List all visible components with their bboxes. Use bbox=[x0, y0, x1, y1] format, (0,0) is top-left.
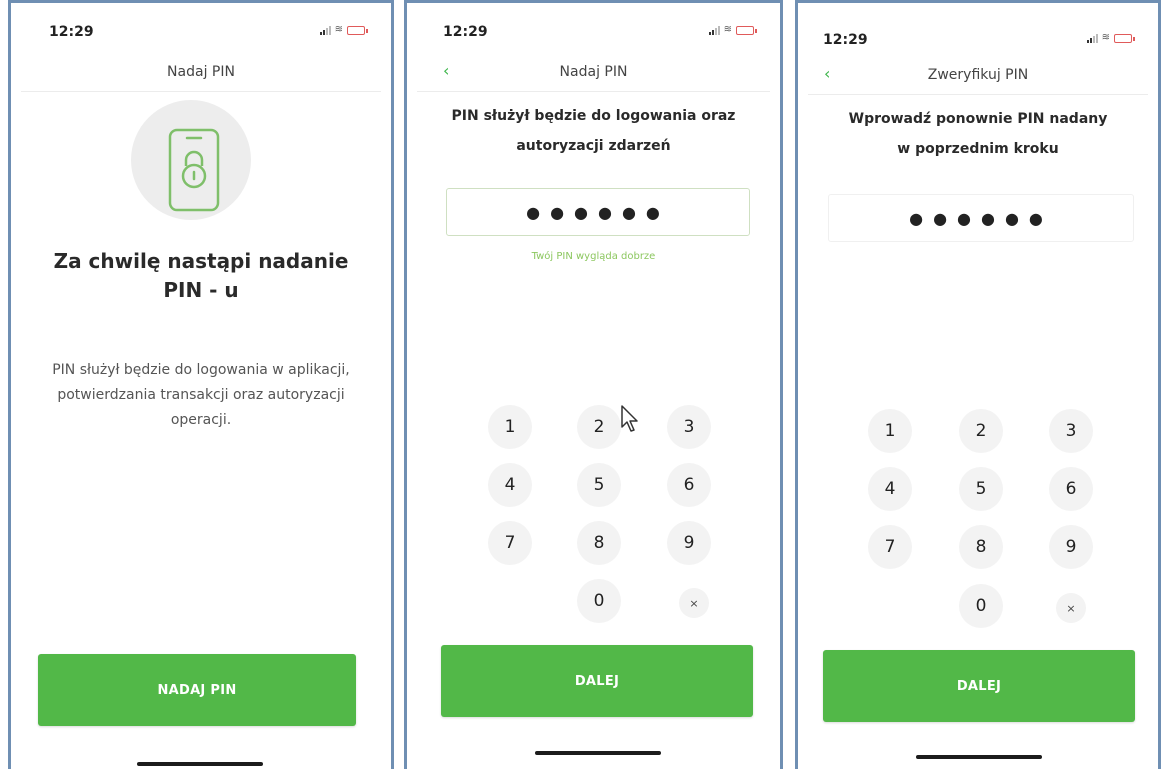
delete-key[interactable]: × bbox=[1056, 593, 1086, 623]
set-pin-button[interactable]: NADAJ PIN bbox=[38, 654, 356, 726]
signal-icon bbox=[319, 25, 331, 35]
status-bar: 12:29 ≋ bbox=[11, 3, 391, 53]
key-9[interactable]: 9 bbox=[667, 521, 711, 565]
status-icons: ≋ bbox=[1086, 32, 1135, 43]
screen-set-pin-entry: 12:29 ≋ ‹ Nadaj PIN PIN służył będzie do… bbox=[404, 0, 783, 769]
pin-confirm-input[interactable]: ●●●●●● bbox=[828, 194, 1134, 242]
key-7[interactable]: 7 bbox=[488, 521, 532, 565]
nav-bar: ‹ Nadaj PIN bbox=[417, 55, 770, 92]
headline: Za chwilę nastąpi nadanie PIN - u bbox=[53, 249, 349, 302]
screen-verify-pin: 12:29 ≋ ‹ Zweryfikuj PIN Wprowadź ponown… bbox=[795, 0, 1161, 769]
prompt-line-2: autoryzacji zdarzeń bbox=[516, 138, 671, 154]
prompt-line-2: w poprzednim kroku bbox=[897, 141, 1059, 157]
phone-lock-icon bbox=[131, 100, 251, 220]
wifi-icon: ≋ bbox=[1101, 32, 1110, 43]
nav-bar: Nadaj PIN bbox=[21, 55, 381, 92]
status-time: 12:29 bbox=[823, 32, 868, 48]
signal-icon bbox=[1086, 33, 1098, 43]
prompt-line-1: Wprowadź ponownie PIN nadany bbox=[848, 111, 1108, 127]
next-button[interactable]: DALEJ bbox=[441, 645, 753, 717]
key-4[interactable]: 4 bbox=[488, 463, 532, 507]
nav-title: Zweryfikuj PIN bbox=[927, 67, 1029, 83]
status-time: 12:29 bbox=[443, 24, 488, 40]
wifi-icon: ≋ bbox=[334, 24, 343, 35]
home-indicator bbox=[535, 751, 661, 755]
key-8[interactable]: 8 bbox=[959, 525, 1003, 569]
status-icons: ≋ bbox=[319, 24, 368, 35]
key-9[interactable]: 9 bbox=[1049, 525, 1093, 569]
key-3[interactable]: 3 bbox=[1049, 409, 1093, 453]
key-0[interactable]: 0 bbox=[577, 579, 621, 623]
mouse-cursor-icon bbox=[620, 404, 642, 438]
pin-input[interactable]: ●●●●●● bbox=[446, 188, 750, 236]
key-6[interactable]: 6 bbox=[1049, 467, 1093, 511]
key-3[interactable]: 3 bbox=[667, 405, 711, 449]
key-1[interactable]: 1 bbox=[488, 405, 532, 449]
key-5[interactable]: 5 bbox=[577, 463, 621, 507]
nav-bar: ‹ Zweryfikuj PIN bbox=[808, 58, 1148, 95]
prompt-line-1: PIN służył będzie do logowania oraz bbox=[451, 108, 736, 124]
key-2[interactable]: 2 bbox=[959, 409, 1003, 453]
home-indicator bbox=[916, 755, 1042, 759]
battery-icon bbox=[1114, 33, 1135, 43]
status-time: 12:29 bbox=[49, 24, 94, 40]
signal-icon bbox=[708, 25, 720, 35]
battery-icon bbox=[736, 25, 757, 35]
key-1[interactable]: 1 bbox=[868, 409, 912, 453]
status-icons: ≋ bbox=[708, 24, 757, 35]
battery-icon bbox=[347, 25, 368, 35]
status-bar: 12:29 ≋ bbox=[407, 3, 780, 53]
delete-key[interactable]: × bbox=[679, 588, 709, 618]
nav-title: Nadaj PIN bbox=[559, 64, 628, 80]
nav-title: Nadaj PIN bbox=[167, 64, 235, 80]
description-text: PIN służył będzie do logowania w aplikac… bbox=[52, 362, 350, 428]
home-indicator bbox=[137, 762, 263, 766]
key-2[interactable]: 2 bbox=[577, 405, 621, 449]
key-5[interactable]: 5 bbox=[959, 467, 1003, 511]
key-8[interactable]: 8 bbox=[577, 521, 621, 565]
key-0[interactable]: 0 bbox=[959, 584, 1003, 628]
next-button[interactable]: DALEJ bbox=[823, 650, 1135, 722]
key-6[interactable]: 6 bbox=[667, 463, 711, 507]
key-7[interactable]: 7 bbox=[868, 525, 912, 569]
screen-set-pin-intro: 12:29 ≋ Nadaj PIN Za chwilę nastąpi nada… bbox=[8, 0, 394, 769]
status-bar: 12:29 ≋ bbox=[798, 3, 1158, 53]
wifi-icon: ≋ bbox=[723, 24, 732, 35]
key-4[interactable]: 4 bbox=[868, 467, 912, 511]
pin-strength-hint: Twój PIN wygląda dobrze bbox=[531, 251, 656, 262]
